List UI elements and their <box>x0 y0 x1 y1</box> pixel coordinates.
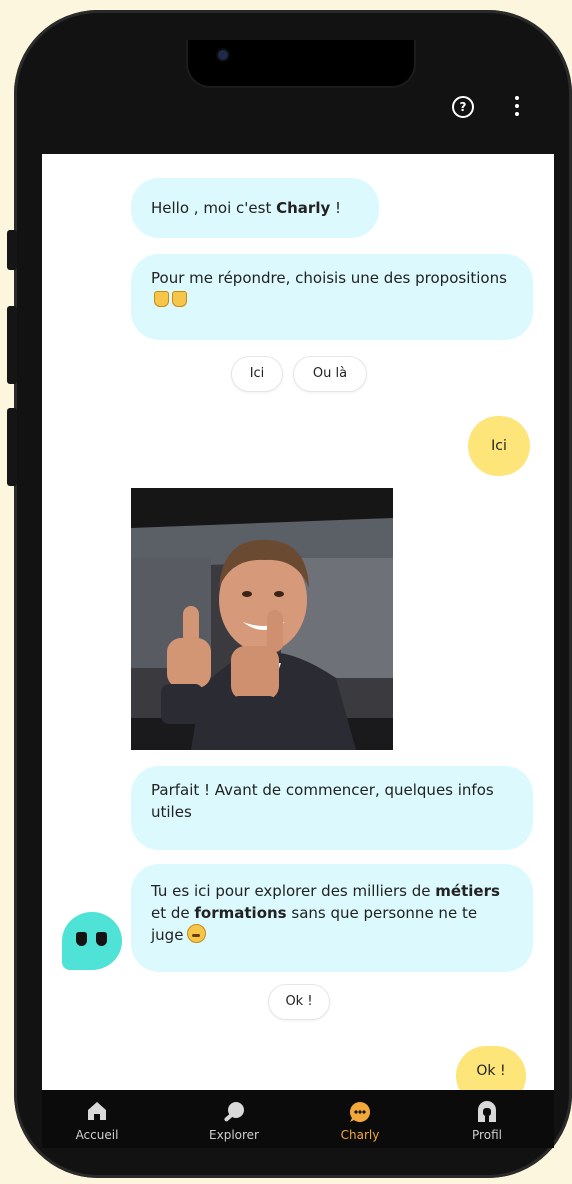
quick-reply-button[interactable]: Ici <box>231 356 283 392</box>
bot-message: Pour me répondre, choisis une des propos… <box>131 254 533 340</box>
charly-avatar <box>62 912 122 970</box>
pointing-down-emoji-icon <box>172 291 187 307</box>
message-text-bold: formations <box>194 904 287 922</box>
bot-message: Hello , moi c'est Charly ! <box>131 178 379 238</box>
phone-side-button <box>7 408 17 486</box>
nav-item-explorer[interactable]: Explorer <box>189 1090 279 1148</box>
pointing-down-emoji-icon <box>154 291 169 307</box>
user-message: Ici <box>468 416 530 476</box>
message-text-bold: métiers <box>435 882 500 900</box>
nav-label: Charly <box>340 1128 380 1142</box>
message-text: Pour me répondre, choisis une des propos… <box>151 269 507 287</box>
nav-item-profil[interactable]: Profil <box>442 1090 532 1148</box>
home-icon <box>88 1102 106 1120</box>
camera-icon <box>218 50 228 60</box>
nav-label: Explorer <box>209 1128 259 1142</box>
phone-side-button <box>7 230 17 270</box>
gif-thumbs-up-image <box>131 488 393 750</box>
grimacing-emoji-icon <box>187 924 207 943</box>
nav-label: Accueil <box>75 1128 119 1142</box>
quick-reply-button[interactable]: Ok ! <box>268 984 330 1020</box>
message-text: Hello , moi c'est <box>151 199 277 217</box>
nav-item-charly[interactable]: Charly <box>315 1090 405 1148</box>
user-icon <box>478 1101 496 1122</box>
message-text-bold: Charly <box>276 199 331 217</box>
question-circle-icon[interactable]: ? <box>452 96 474 118</box>
avatar-eye <box>96 932 107 946</box>
chat-bubble-icon <box>350 1102 370 1122</box>
search-icon <box>224 1102 244 1122</box>
message-text: Parfait ! Avant de commencer, quelques i… <box>151 781 494 821</box>
message-text: et de <box>151 904 195 922</box>
avatar-eye <box>76 932 87 946</box>
user-message: Ok ! <box>456 1046 526 1090</box>
bottom-navigation: Accueil Explorer Charly Profil <box>42 1090 554 1148</box>
top-bar: ? <box>440 96 550 122</box>
page: ? Hello , moi c'est Charly ! Pour me rép… <box>0 0 572 1184</box>
chat-screen: Hello , moi c'est Charly ! Pour me répon… <box>42 154 554 1090</box>
message-text: ! <box>330 199 342 217</box>
nav-item-accueil[interactable]: Accueil <box>52 1090 142 1148</box>
nav-label: Profil <box>472 1128 502 1142</box>
bot-message: Parfait ! Avant de commencer, quelques i… <box>131 766 533 850</box>
phone-notch <box>186 40 416 88</box>
phone-side-button <box>7 306 17 384</box>
vertical-dots-icon[interactable] <box>514 96 520 118</box>
bot-message: Tu es ici pour explorer des milliers de … <box>131 864 533 972</box>
message-text: Tu es ici pour explorer des milliers de <box>151 882 436 900</box>
thumbs-up-photo-illustration <box>131 488 393 750</box>
quick-reply-button[interactable]: Ou là <box>293 356 367 392</box>
